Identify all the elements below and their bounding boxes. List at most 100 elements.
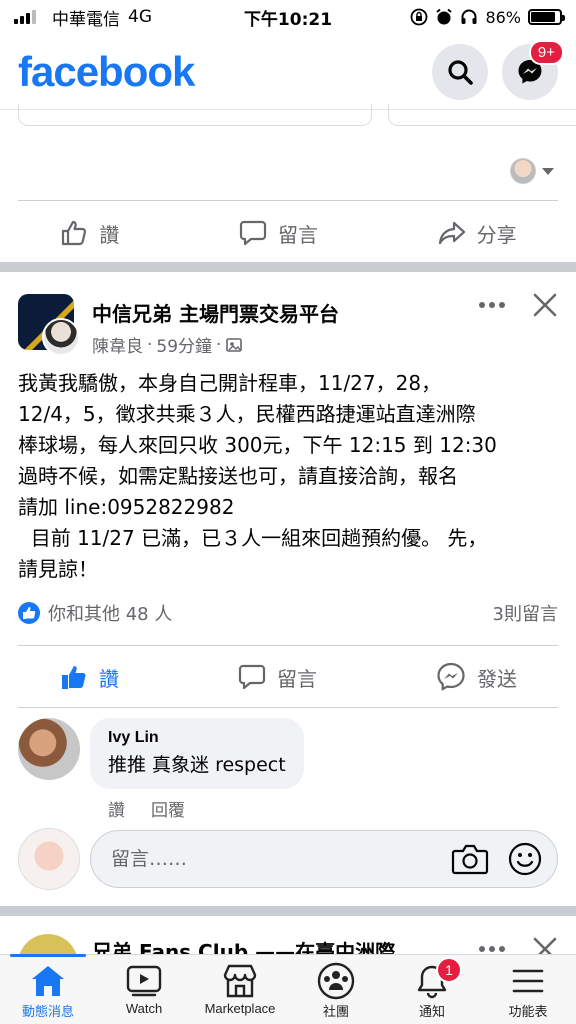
battery-icon [528, 9, 565, 25]
divider [18, 200, 558, 201]
composer-icons [451, 841, 543, 877]
search-icon [448, 59, 473, 85]
tab-marketplace[interactable]: Marketplace [192, 955, 288, 1024]
comment-composer [18, 828, 558, 890]
post-header: 中信兄弟 主場門票交易平台 陳韋良 · 59分鐘 · [18, 290, 558, 360]
post-tools [478, 292, 558, 318]
watch-icon [125, 961, 163, 1001]
tab-label: 功能表 [508, 1004, 548, 1019]
groups-icon [316, 961, 356, 1001]
reaction-audience-selector[interactable] [510, 158, 554, 184]
tab-menu[interactable]: 功能表 [480, 955, 576, 1024]
comment-button[interactable]: 留言 [238, 218, 318, 248]
comment-input[interactable] [111, 848, 451, 870]
share-button[interactable]: 分享 [437, 218, 517, 248]
comment-icon [239, 220, 267, 246]
header-actions: 9+ [432, 39, 564, 100]
comment-label: 留言 [277, 222, 318, 247]
author-avatar[interactable] [42, 318, 80, 356]
divider [18, 645, 558, 646]
reactions-text: 你和其他 48 人 [48, 604, 173, 625]
meta-separator: · [216, 334, 222, 355]
signal-icon [14, 10, 36, 24]
thumbs-up-icon [62, 220, 87, 246]
like-button[interactable]: 讚 [59, 662, 119, 692]
battery-fill [531, 12, 556, 22]
feed-separator [0, 906, 576, 916]
send-button[interactable]: 發送 [435, 661, 517, 693]
status-left: 中華電信 4G [14, 5, 152, 30]
group-name[interactable]: 中信兄弟 主場門票交易平台 [92, 298, 339, 327]
close-icon[interactable] [532, 936, 558, 956]
prev-card-left[interactable] [18, 104, 372, 126]
home-icon [30, 961, 66, 1001]
like-label: 讚 [99, 222, 120, 247]
tab-label: 通知 [418, 1004, 445, 1019]
post-meta: 陳韋良 · 59分鐘 · [92, 332, 243, 357]
camera-icon[interactable] [451, 842, 489, 876]
tab-watch[interactable]: Watch [96, 955, 192, 1024]
comment-button[interactable]: 留言 [237, 662, 317, 692]
comment-label: 留言 [277, 666, 317, 691]
post-text: 我黃我驕傲，本身自己開計程車，11/27，28， 12/4，5，徵求共乘３人，民… [18, 371, 497, 581]
author-name[interactable]: 陳韋良 [92, 332, 143, 357]
like-label: 讚 [99, 666, 119, 691]
thumbs-up-filled-icon [62, 666, 86, 689]
comment-icon [238, 664, 266, 690]
more-options-icon[interactable] [478, 944, 506, 954]
previous-post: 讚 留言 分享 [0, 104, 576, 264]
comment-reply-button[interactable]: 回覆 [151, 796, 185, 821]
tab-groups[interactable]: 社團 [288, 955, 384, 1024]
comment-text: 推推 真象迷 respect [108, 754, 286, 776]
messenger-badge: 9+ [528, 39, 564, 65]
reactions-summary[interactable]: 你和其他 48 人 3則留言 [18, 600, 558, 626]
feed-separator [0, 262, 576, 272]
avatar [510, 158, 536, 184]
carrier-label: 中華電信 [52, 9, 120, 30]
comment-actions: 讚 回覆 [108, 796, 185, 821]
tab-label: 動態消息 [21, 1004, 74, 1019]
tab-label: Marketplace [204, 1001, 276, 1016]
commenter-name[interactable]: Ivy Lin [108, 729, 286, 747]
emoji-icon[interactable] [507, 841, 543, 877]
like-reaction-icon [18, 602, 40, 624]
tab-label: Watch [125, 1001, 163, 1016]
prev-card-right[interactable] [388, 104, 576, 126]
share-label: 分享 [476, 222, 517, 247]
like-button[interactable]: 讚 [59, 218, 119, 248]
commenter-avatar[interactable] [18, 718, 80, 780]
messenger-outline-icon [437, 662, 465, 691]
status-bar: 中華電信 4G 下午10:21 86% [0, 0, 576, 34]
app-header: facebook 9+ [0, 34, 576, 110]
group-privacy-icon [226, 337, 243, 352]
comment-bubble[interactable]: Ivy Lin 推推 真象迷 respect [90, 718, 304, 789]
comment-box[interactable] [90, 830, 558, 888]
my-avatar [18, 828, 80, 890]
close-icon[interactable] [532, 292, 558, 318]
battery-percent: 86% [485, 7, 521, 27]
next-post-header: 兄弟 Fans Club ——在臺中洲際 [18, 926, 558, 956]
orientation-lock-icon [411, 8, 428, 26]
post-time[interactable]: 59分鐘 [156, 332, 212, 357]
comment-like-button[interactable]: 讚 [108, 796, 125, 821]
tab-notifications[interactable]: 1 通知 [384, 955, 480, 1024]
prev-post-actions: 讚 留言 分享 [0, 202, 576, 264]
messenger-button[interactable]: 9+ [502, 39, 564, 100]
notification-badge: 1 [436, 957, 462, 983]
facebook-logo[interactable]: facebook [18, 48, 195, 96]
search-button[interactable] [432, 43, 488, 100]
network-label: 4G [128, 7, 152, 27]
more-options-icon[interactable] [478, 300, 506, 310]
comment-count[interactable]: 3則留言 [493, 600, 558, 626]
share-icon [438, 221, 465, 245]
next-post-title[interactable]: 兄弟 Fans Club ——在臺中洲際 [92, 936, 395, 956]
marketplace-icon [221, 961, 259, 1001]
post-actions: 讚 留言 發送 [0, 647, 576, 707]
alarm-icon [436, 8, 453, 25]
divider [18, 707, 558, 708]
chevron-down-icon [542, 167, 554, 175]
next-post-avatar[interactable] [18, 934, 78, 956]
headphones-icon [461, 9, 477, 24]
bottom-tab-bar: 動態消息 Watch Marketplace 社團 1 通知 功能表 [0, 954, 576, 1024]
tab-news-feed[interactable]: 動態消息 [0, 954, 96, 1024]
